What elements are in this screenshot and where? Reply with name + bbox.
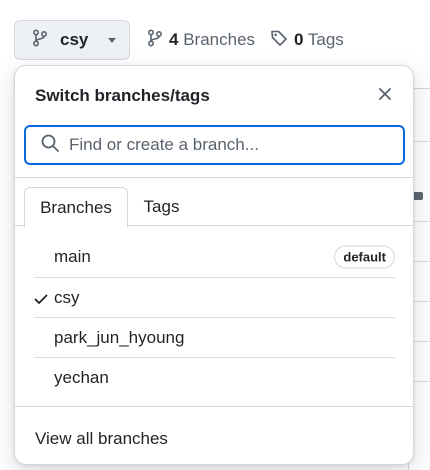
- dropdown-title: Switch branches/tags: [35, 86, 210, 105]
- current-branch-label: csy: [60, 30, 89, 49]
- divider: [15, 177, 413, 178]
- search-icon: [40, 133, 60, 158]
- branches-count: 4: [169, 30, 179, 49]
- default-badge: default: [334, 245, 395, 269]
- tag-icon: [270, 29, 288, 52]
- x-icon: [378, 87, 392, 106]
- branches-link[interactable]: 4 Branches: [147, 28, 255, 52]
- view-all-branches-link[interactable]: View all branches: [35, 429, 168, 449]
- git-branch-icon: [147, 28, 163, 52]
- branch-item-park-jun-hyoung[interactable]: park_jun_hyoung: [34, 317, 395, 357]
- branch-name: yechan: [54, 367, 109, 387]
- branch-item-yechan[interactable]: yechan: [34, 357, 395, 397]
- check-icon: [34, 291, 48, 305]
- branch-item-csy[interactable]: csy: [34, 277, 395, 317]
- tags-count: 0: [294, 30, 304, 49]
- branch-item-main[interactable]: main default: [34, 237, 395, 277]
- tab-bar: Branches Tags: [15, 187, 413, 227]
- divider: [15, 406, 413, 407]
- tab-tags[interactable]: Tags: [129, 187, 194, 226]
- branch-switcher-dropdown: Switch branches/tags Branches Tags main …: [14, 65, 414, 465]
- tab-branches[interactable]: Branches: [24, 187, 128, 227]
- tags-link[interactable]: 0 Tags: [270, 28, 344, 52]
- branches-label: Branches: [183, 30, 256, 49]
- branch-list: main default csy park_jun_hyoung yechan: [15, 237, 413, 397]
- branch-name: park_jun_hyoung: [54, 327, 185, 347]
- branch-search-field[interactable]: [24, 125, 405, 165]
- close-button[interactable]: [373, 84, 397, 108]
- branch-select-button[interactable]: csy: [14, 20, 130, 60]
- branch-name: main: [54, 247, 91, 266]
- git-branch-icon: [32, 28, 48, 52]
- triangle-down-icon: [108, 37, 117, 43]
- branch-name: csy: [54, 287, 80, 307]
- tags-label: Tags: [307, 30, 344, 49]
- branch-search-input[interactable]: [69, 135, 369, 155]
